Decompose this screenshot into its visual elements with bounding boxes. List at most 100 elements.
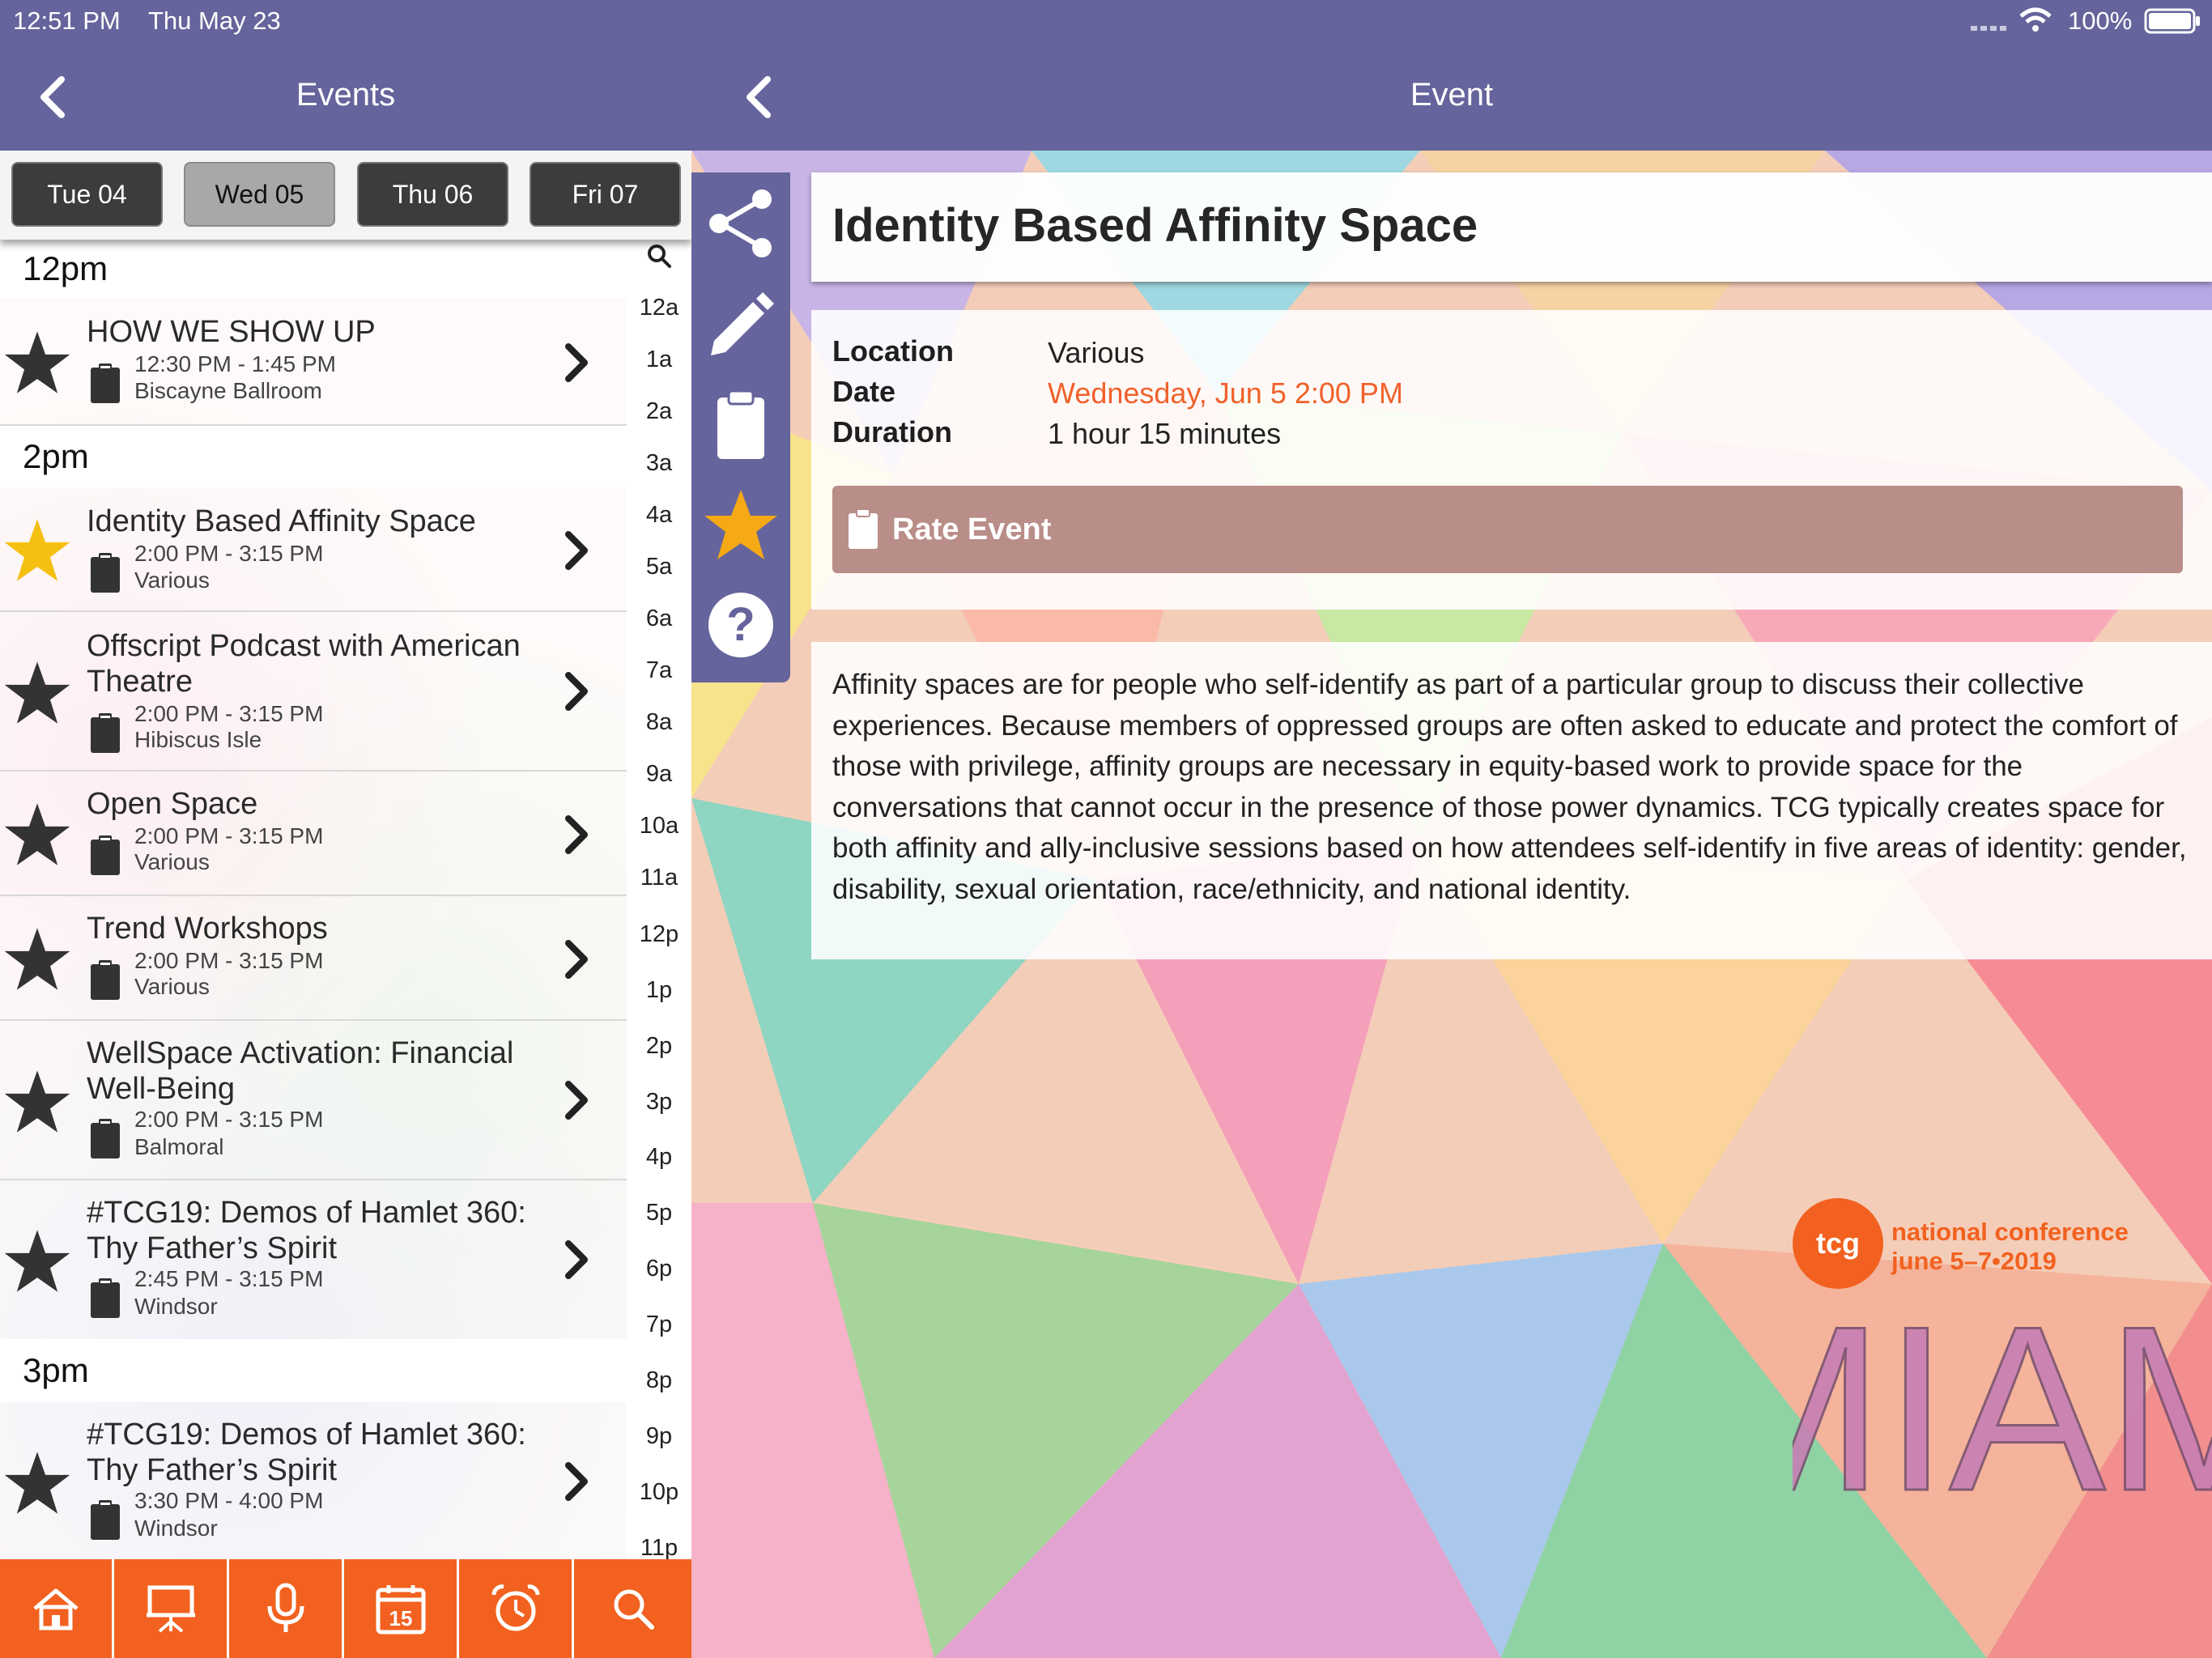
help-icon[interactable]: ? (703, 587, 779, 663)
time-index-item[interactable]: 12p (627, 921, 691, 948)
chevron-right-icon[interactable] (559, 812, 594, 857)
right-page-title: Event (1410, 77, 1494, 113)
event-location: Biscayne Ballroom (134, 378, 322, 403)
time-index-item[interactable]: 2p (627, 1033, 691, 1060)
event-list[interactable]: 12pm HOW WE SHOW UP 12:30 PM - 1:45 PM B… (0, 240, 627, 1559)
time-index-item[interactable]: 10a (627, 813, 691, 840)
star-icon[interactable] (3, 1068, 71, 1136)
tab-sessions[interactable] (115, 1559, 229, 1658)
chevron-right-icon[interactable] (559, 340, 594, 385)
event-row[interactable]: HOW WE SHOW UP 12:30 PM - 1:45 PM Biscay… (0, 298, 627, 426)
star-icon[interactable] (3, 1227, 71, 1295)
event-time: 2:00 PM - 3:15 PM (134, 823, 324, 848)
star-icon[interactable] (703, 487, 779, 563)
time-index-item[interactable]: 5p (627, 1200, 691, 1226)
time-index-scrubber[interactable]: 12a 1a 2a 3a 4a 5a 6a 7a 8a 9a 10a 11a 1… (627, 240, 691, 1562)
time-index-item[interactable]: 6a (627, 606, 691, 632)
time-index-item[interactable]: 4p (627, 1144, 691, 1171)
time-index-item[interactable]: 5a (627, 554, 691, 580)
time-index-item[interactable]: 3p (627, 1089, 691, 1116)
star-filled-icon[interactable] (3, 517, 71, 585)
share-icon[interactable] (703, 185, 779, 261)
clipboard-icon (849, 508, 878, 549)
clipboard-icon[interactable] (703, 386, 779, 462)
event-title: #TCG19: Demos of Hamlet 360: Thy Father’… (87, 1418, 526, 1487)
left-page-title: Events (296, 77, 396, 113)
time-index-item[interactable]: 9p (627, 1423, 691, 1450)
calendar-icon: 15 (376, 1585, 426, 1635)
day-tab-fri[interactable]: Fri 07 (530, 162, 681, 227)
time-index-item[interactable]: 8p (627, 1367, 691, 1394)
chevron-right-icon[interactable] (559, 1459, 594, 1504)
day-tab-tue[interactable]: Tue 04 (11, 162, 163, 227)
event-row[interactable]: Identity Based Affinity Space 2:00 PM - … (0, 487, 627, 612)
time-index-item[interactable]: 2a (627, 398, 691, 425)
clipboard-icon (91, 960, 120, 1000)
tab-schedule[interactable]: 15 (345, 1559, 459, 1658)
svg-text:june 5–7•2019: june 5–7•2019 (1891, 1247, 2057, 1275)
calendar-icon-day: 15 (389, 1606, 413, 1630)
event-row[interactable]: Trend Workshops 2:00 PM - 3:15 PM Variou… (0, 896, 627, 1021)
event-row[interactable]: WellSpace Activation: Financial Well-Bei… (0, 1021, 627, 1180)
chevron-right-icon[interactable] (559, 669, 594, 714)
tab-speakers[interactable] (230, 1559, 344, 1658)
event-title-card: Identity Based Affinity Space (811, 172, 2212, 282)
alarm-clock-icon (491, 1584, 540, 1631)
clipboard-icon (91, 713, 120, 753)
event-location: Various (134, 849, 210, 874)
section-header-12pm: 12pm (0, 240, 627, 298)
duration-value: 1 hour 15 minutes (1048, 417, 1282, 450)
rate-event-label: Rate Event (892, 512, 1052, 546)
star-icon[interactable] (3, 801, 71, 869)
event-title: Offscript Podcast with American Theatre (87, 629, 521, 699)
chevron-right-icon[interactable] (559, 1078, 594, 1123)
time-index-item[interactable]: 12a (627, 295, 691, 321)
time-index-item[interactable]: 4a (627, 502, 691, 529)
time-index-item[interactable]: 3a (627, 450, 691, 477)
day-tab-thu[interactable]: Thu 06 (357, 162, 508, 227)
time-index-item[interactable]: 7p (627, 1312, 691, 1338)
star-icon[interactable] (3, 925, 71, 993)
time-index-item[interactable]: 6p (627, 1256, 691, 1282)
tab-home[interactable] (0, 1559, 114, 1658)
event-title: #TCG19: Demos of Hamlet 360: Thy Father’… (87, 1196, 526, 1265)
star-icon[interactable] (3, 329, 71, 397)
chevron-right-icon[interactable] (559, 937, 594, 982)
event-detail-pane: 100% Event ? Identity Based Affinity Spa… (691, 0, 2212, 1658)
event-row[interactable]: #TCG19: Demos of Hamlet 360: Thy Father’… (0, 1180, 627, 1339)
time-index-item[interactable]: 1p (627, 977, 691, 1004)
star-icon[interactable] (3, 659, 71, 727)
time-index-item[interactable]: 7a (627, 657, 691, 684)
event-title: HOW WE SHOW UP (87, 315, 376, 349)
time-index-item[interactable]: 8a (627, 709, 691, 736)
event-location: Various (134, 974, 210, 999)
search-icon[interactable] (646, 243, 672, 269)
event-row[interactable]: Offscript Podcast with American Theatre … (0, 612, 627, 772)
chevron-right-icon[interactable] (559, 528, 594, 573)
events-list-pane: 12:51 PM Thu May 23 Events Tue 04 Wed 05… (0, 0, 691, 1658)
tab-search[interactable] (575, 1559, 691, 1658)
time-index-item[interactable]: 11a (627, 865, 691, 891)
event-row[interactable]: #TCG19: Demos of Hamlet 360: Thy Father’… (0, 1402, 627, 1559)
time-index-item[interactable]: 11p (627, 1535, 691, 1562)
event-info-card: Location Various Date Wednesday, Jun 5 2… (811, 310, 2212, 610)
event-time: 2:45 PM - 3:15 PM (134, 1266, 324, 1291)
date-value[interactable]: Wednesday, Jun 5 2:00 PM (1048, 376, 1403, 410)
event-row[interactable]: Open Space 2:00 PM - 3:15 PM Various (0, 772, 627, 896)
star-icon[interactable] (3, 1449, 71, 1517)
day-tab-wed[interactable]: Wed 05 (184, 162, 335, 227)
pencil-icon[interactable] (703, 286, 779, 362)
chevron-right-icon[interactable] (559, 1237, 594, 1282)
tab-reminders[interactable] (460, 1559, 574, 1658)
event-location: Windsor (134, 1516, 218, 1541)
event-title: Trend Workshops (87, 912, 328, 946)
event-location: Windsor (134, 1294, 218, 1319)
rate-event-button[interactable]: Rate Event (832, 486, 2183, 573)
time-index-item[interactable]: 10p (627, 1479, 691, 1506)
event-location: Hibiscus Isle (134, 727, 262, 752)
time-index-item[interactable]: 9a (627, 761, 691, 788)
time-index-item[interactable]: 1a (627, 346, 691, 373)
day-selector: Tue 04 Wed 05 Thu 06 Fri 07 (0, 151, 691, 240)
clipboard-icon (91, 363, 120, 403)
clipboard-icon (91, 835, 120, 875)
